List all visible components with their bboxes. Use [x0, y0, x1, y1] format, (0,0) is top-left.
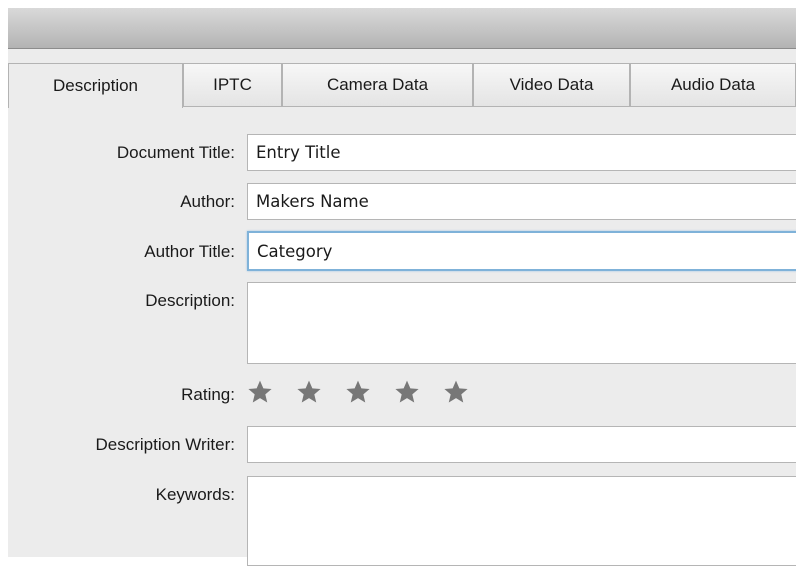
star-icon[interactable] — [345, 379, 371, 405]
keywords-label: Keywords: — [155, 485, 235, 504]
star-icon[interactable] — [296, 379, 322, 405]
star-icon[interactable] — [247, 379, 273, 405]
document-title-field[interactable]: Entry Title — [247, 134, 796, 171]
keywords-textarea[interactable] — [247, 476, 796, 566]
tab-audio-data[interactable]: Audio Data — [630, 63, 796, 106]
author-field[interactable]: Makers Name — [247, 183, 796, 220]
author-title-field[interactable]: Category — [247, 231, 796, 271]
tab-iptc[interactable]: IPTC — [183, 63, 282, 106]
description-writer-label: Description Writer: — [95, 435, 236, 454]
author-label: Author: — [180, 192, 235, 211]
star-icon[interactable] — [394, 379, 420, 405]
tab-camera-data[interactable]: Camera Data — [282, 63, 473, 106]
rating-stars — [247, 376, 492, 408]
document-title-label: Document Title: — [116, 143, 235, 162]
rating-label: Rating: — [181, 385, 235, 404]
description-label: Description: — [145, 291, 235, 310]
tab-description[interactable]: Description — [8, 63, 183, 108]
star-icon[interactable] — [443, 379, 469, 405]
tab-bar: Description IPTC Camera Data Video Data … — [8, 63, 796, 108]
tab-video-data[interactable]: Video Data — [473, 63, 630, 106]
description-writer-field[interactable] — [247, 426, 796, 463]
author-title-label: Author Title: — [144, 242, 235, 261]
description-textarea[interactable] — [247, 282, 796, 364]
window-title-bar[interactable] — [8, 8, 796, 49]
